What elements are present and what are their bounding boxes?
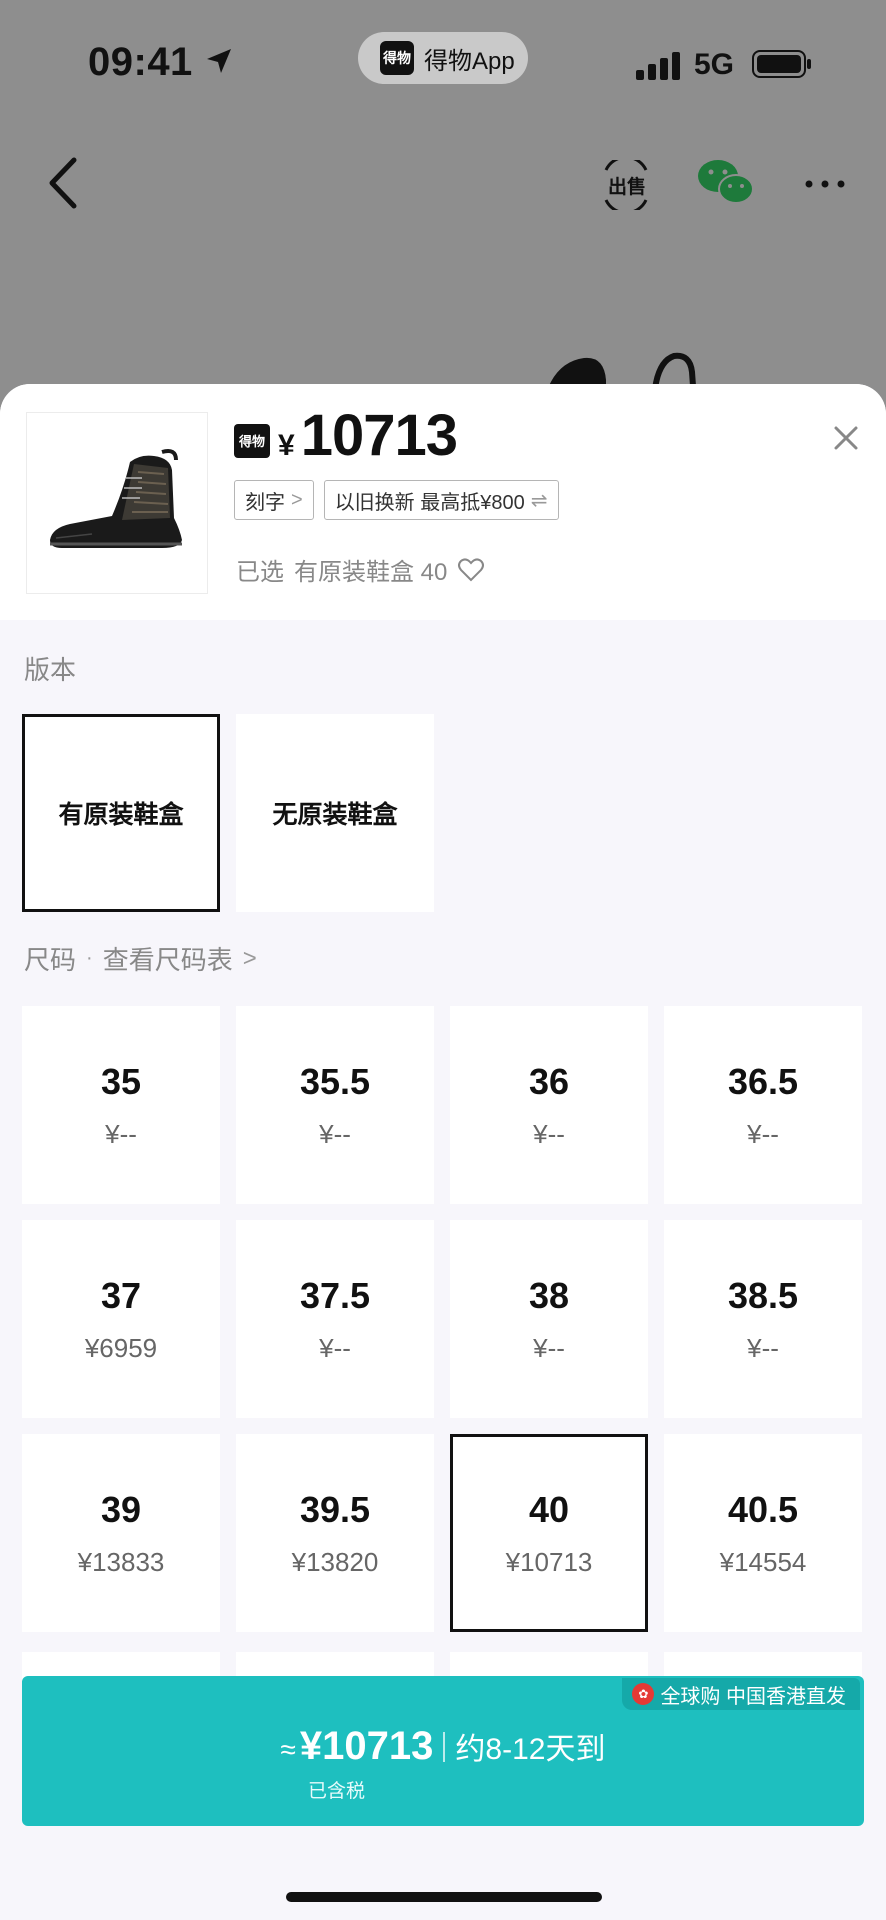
engraving-tag-label: 刻字 <box>245 491 285 514</box>
size-price: ¥13820 <box>291 1546 379 1577</box>
version-options: 有原装鞋盒 无原装鞋盒 <box>22 714 434 912</box>
wechat-share-icon[interactable] <box>696 156 756 208</box>
size-option[interactable]: 39.5 ¥13820 <box>236 1434 434 1632</box>
size-section-label: 尺码 · 查看尺码表 > <box>24 940 257 977</box>
sheet-header: 得物 ¥ 10713 刻字 > 以旧换新 最高抵¥800 ⇌ 已选 有原装鞋盒 … <box>0 384 886 620</box>
size-value: 36.5 <box>727 1060 799 1102</box>
size-price: ¥-- <box>319 1118 351 1149</box>
size-price: ¥-- <box>319 1332 351 1363</box>
size-value: 37.5 <box>299 1274 371 1316</box>
size-value: 37 <box>100 1274 142 1316</box>
size-option[interactable]: 37.5 ¥-- <box>236 1220 434 1418</box>
background-page: 09:41 得物 得物App 5G 出售 <box>0 0 886 400</box>
price-currency: ¥ <box>278 429 295 462</box>
size-option[interactable]: 36.5 ¥-- <box>664 1006 862 1204</box>
app-logo-icon: 得物 <box>380 41 414 75</box>
size-chart-link[interactable]: 查看尺码表 <box>103 940 233 977</box>
status-time: 09:41 <box>88 40 193 84</box>
size-label: 尺码 <box>24 945 77 975</box>
size-price: ¥13833 <box>77 1546 165 1577</box>
size-value: 38.5 <box>727 1274 799 1316</box>
more-icon[interactable] <box>800 164 850 204</box>
buy-button[interactable]: ✿ 全球购 中国香港直发 ≈ ¥10713 约8-12天到 已含税 <box>22 1676 864 1826</box>
size-option[interactable]: 35 ¥-- <box>22 1006 220 1204</box>
separator-dot: · <box>86 947 93 969</box>
trade-in-tag-label: 以旧换新 最高抵¥800 <box>334 491 525 514</box>
sneaker-image <box>50 449 182 548</box>
delivery-eta: 约8-12天到 <box>455 1733 606 1766</box>
signal-icon <box>636 52 680 80</box>
size-option[interactable]: 37 ¥6959 <box>22 1220 220 1418</box>
sell-icon: 出售 <box>604 155 648 215</box>
version-option-without-box[interactable]: 无原装鞋盒 <box>236 714 434 912</box>
swap-icon: ⇌ <box>530 489 548 512</box>
size-option[interactable]: 36 ¥-- <box>450 1006 648 1204</box>
size-price: ¥-- <box>533 1118 565 1149</box>
product-price: 10713 <box>300 403 458 468</box>
chevron-right-icon: > <box>291 488 303 511</box>
network-label: 5G <box>694 48 735 81</box>
divider <box>443 1731 446 1762</box>
size-price: ¥-- <box>747 1118 779 1149</box>
product-thumbnail[interactable] <box>26 412 208 594</box>
size-price: ¥10713 <box>505 1546 593 1577</box>
size-value: 40 <box>528 1488 570 1530</box>
size-option[interactable]: 39 ¥13833 <box>22 1434 220 1632</box>
size-value: 36 <box>528 1060 570 1102</box>
selected-value: 有原装鞋盒 40 <box>294 559 448 586</box>
size-price: ¥14554 <box>719 1546 807 1577</box>
sell-button[interactable]: 出售 <box>600 155 654 215</box>
location-arrow-icon <box>207 49 231 73</box>
size-value: 35 <box>100 1060 142 1102</box>
size-option[interactable]: 40.5 ¥14554 <box>664 1434 862 1632</box>
tag-row: 刻字 > 以旧换新 最高抵¥800 ⇌ <box>234 480 559 520</box>
size-grid: 35 ¥-- 35.5 ¥-- 36 ¥-- 36.5 ¥-- 37 ¥6959 37.5 ¥-- 38… <box>22 1006 862 1632</box>
app-switch-pill[interactable]: 得物 得物App <box>358 32 528 84</box>
version-option-with-box[interactable]: 有原装鞋盒 <box>22 714 220 912</box>
sell-label: 出售 <box>608 175 646 198</box>
price-row: 得物 ¥ 10713 <box>234 402 458 469</box>
size-value: 39 <box>100 1488 142 1530</box>
nav-bar: 出售 <box>0 140 886 230</box>
size-value: 35.5 <box>299 1060 371 1102</box>
status-bar: 09:41 得物 得物App 5G <box>0 0 886 120</box>
size-value: 38 <box>528 1274 570 1316</box>
dewu-price-logo-icon: 得物 <box>234 423 270 458</box>
approx-symbol: ≈ <box>280 1734 296 1765</box>
badge-label: 全球购 中国香港直发 <box>660 1685 846 1708</box>
buy-price: ¥10713 <box>299 1724 434 1768</box>
size-price: ¥6959 <box>84 1332 158 1363</box>
trade-in-tag[interactable]: 以旧换新 最高抵¥800 ⇌ <box>323 480 559 520</box>
size-price: ¥-- <box>105 1118 137 1149</box>
size-option[interactable]: 40 ¥10713 <box>450 1434 648 1632</box>
app-name: 得物App <box>424 47 515 75</box>
close-icon[interactable] <box>826 418 866 458</box>
engraving-tag[interactable]: 刻字 > <box>234 480 314 520</box>
selected-summary: 已选 有原装鞋盒 40 <box>236 552 485 587</box>
version-section-label: 版本 <box>24 655 77 685</box>
size-price: ¥-- <box>533 1332 565 1363</box>
global-purchase-badge: ✿ 全球购 中国香港直发 <box>622 1678 860 1710</box>
chevron-right-icon: > <box>242 944 257 972</box>
home-indicator <box>286 1892 602 1902</box>
battery-icon <box>752 50 811 78</box>
selected-label: 已选 <box>236 559 284 586</box>
tax-note: 已含税 <box>308 1781 366 1802</box>
size-option[interactable]: 38 ¥-- <box>450 1220 648 1418</box>
back-icon[interactable] <box>44 156 84 210</box>
heart-icon[interactable] <box>457 557 485 583</box>
size-price: ¥-- <box>747 1332 779 1363</box>
size-option[interactable]: 35.5 ¥-- <box>236 1006 434 1204</box>
buy-main-row: ≈ ¥10713 约8-12天到 <box>22 1724 864 1769</box>
size-value: 39.5 <box>299 1488 371 1530</box>
size-value: 40.5 <box>727 1488 799 1530</box>
sku-selector-sheet: 得物 ¥ 10713 刻字 > 以旧换新 最高抵¥800 ⇌ 已选 有原装鞋盒 … <box>0 384 886 1920</box>
size-option[interactable]: 38.5 ¥-- <box>664 1220 862 1418</box>
hong-kong-flag-icon: ✿ <box>632 1683 655 1705</box>
